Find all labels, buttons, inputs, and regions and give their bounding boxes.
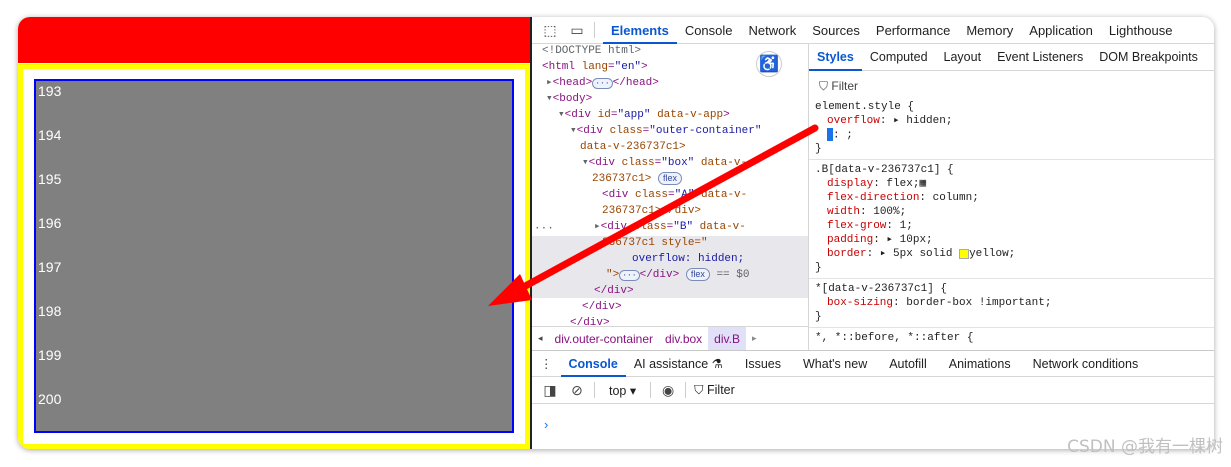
tab-memory[interactable]: Memory — [958, 17, 1021, 44]
divider — [594, 382, 595, 398]
dom-line[interactable]: "> ··· </div> flex == $0 — [606, 268, 749, 284]
scroll-right-icon[interactable]: ▸ — [746, 333, 763, 344]
drawer-menu-icon[interactable]: ⋮ — [532, 351, 561, 377]
collapse-arrow-icon: ▾ — [582, 157, 589, 169]
flex-badge: flex — [685, 268, 710, 281]
inspect-element-icon[interactable]: ⬚ — [541, 21, 559, 39]
filter-icon: ⛉ — [694, 382, 704, 397]
box-b[interactable]: 193 194 195 196 197 198 199 200 — [34, 79, 514, 433]
list-item: 200 — [38, 391, 62, 407]
tab-computed[interactable]: Computed — [862, 44, 936, 71]
tab-network[interactable]: Network — [741, 17, 805, 44]
list-item: 197 — [38, 259, 62, 275]
tab-dom-breakpoints[interactable]: DOM Breakpoints — [1091, 44, 1206, 71]
tab-layout[interactable]: Layout — [936, 44, 990, 71]
dom-line[interactable]: 236737c1></div> — [602, 204, 701, 220]
breadcrumb-item[interactable]: div.box — [659, 332, 708, 346]
tab-console[interactable]: Console — [677, 17, 741, 44]
console-toolbar: ◨ ⊘ top ▾ ◉ ⛉ Filter — [532, 377, 1214, 404]
breadcrumb-item-active[interactable]: div.B — [708, 326, 746, 351]
tab-issues[interactable]: Issues — [737, 351, 789, 377]
tab-console-drawer[interactable]: Console — [560, 351, 626, 377]
tab-network-conditions[interactable]: Network conditions — [1025, 351, 1147, 377]
tab-whats-new[interactable]: What's new — [795, 351, 875, 377]
styles-tabs: Styles Computed Layout Event Listeners D… — [809, 44, 1214, 71]
dom-line[interactable]: </div> — [594, 284, 634, 300]
expand-arrow-icon: ▸ — [594, 221, 601, 233]
style-rule-universal[interactable]: *[data-v-236737c1] { box-sizing: border-… — [809, 279, 1214, 329]
tab-ai-assistance[interactable]: AI assistance ⚗ — [626, 351, 731, 377]
collapse-arrow-icon: ▾ — [558, 109, 565, 121]
clear-console-icon[interactable]: ⊘ — [568, 381, 586, 399]
more-options-icon[interactable]: ··· — [534, 222, 554, 238]
dom-line[interactable]: ▾<div class="box" data-v- — [582, 156, 747, 172]
dom-line[interactable]: <html lang="en"> — [542, 60, 648, 76]
tab-application[interactable]: Application — [1021, 17, 1101, 44]
dom-line[interactable]: 236737c1 style=" — [602, 236, 708, 252]
tab-styles[interactable]: Styles — [809, 44, 862, 71]
dom-line[interactable]: ▾<div class="outer-container" — [570, 124, 761, 140]
tab-event-listeners[interactable]: Event Listeners — [989, 44, 1091, 71]
elements-tree[interactable]: <!DOCTYPE html> <html lang="en"> ▸<head>… — [532, 44, 808, 340]
rendered-page: 193 194 195 196 197 198 199 200 — [18, 17, 530, 449]
styles-pane: Styles Computed Layout Event Listeners D… — [809, 44, 1214, 350]
dom-line[interactable]: ▸<head> ··· </head> — [546, 76, 659, 92]
style-rule-reset[interactable]: *, *::before, *::after { — [809, 328, 1214, 348]
flex-badge: flex — [658, 172, 683, 185]
collapse-arrow-icon: ▾ — [546, 93, 553, 105]
styles-filter-input[interactable]: ⛉ Filter — [819, 75, 1214, 97]
sidebar-toggle-icon[interactable]: ◨ — [541, 381, 559, 399]
dom-line[interactable]: ▾<div id="app" data-v-app> — [558, 108, 730, 124]
color-swatch[interactable] — [959, 248, 970, 259]
list-item: 198 — [38, 303, 62, 319]
list-item: 196 — [38, 215, 62, 231]
console-prompt[interactable]: › — [544, 417, 548, 432]
red-header — [18, 17, 530, 63]
screenshot: 193 194 195 196 197 198 199 200 ⬚ ▭ Elem… — [18, 17, 1214, 449]
eye-icon[interactable]: ◉ — [659, 381, 677, 399]
watermark: CSDN @我有一棵树 — [1067, 437, 1223, 457]
list-item: 195 — [38, 171, 62, 187]
tab-autofill[interactable]: Autofill — [881, 351, 935, 377]
console-filter-input[interactable]: ⛉ Filter — [694, 383, 735, 398]
device-toolbar-icon[interactable]: ▭ — [568, 21, 586, 39]
dom-line[interactable]: overflow: hidden; — [632, 252, 744, 268]
devtools-panel: ⬚ ▭ Elements Console Network Sources Per… — [532, 17, 1214, 449]
dom-line[interactable]: ▾<body> — [546, 92, 592, 108]
dom-line[interactable]: data-v-236737c1> — [580, 140, 686, 156]
devtools-toolbar: ⬚ ▭ Elements Console Network Sources Per… — [532, 17, 1214, 44]
breadcrumb-item[interactable]: div.outer-container — [549, 332, 660, 346]
list-item: 194 — [38, 127, 62, 143]
filter-icon: ⛉ — [819, 78, 829, 93]
divider — [594, 22, 595, 38]
dom-line[interactable]: </div> — [582, 300, 622, 316]
expand-arrow-icon: ▸ — [546, 77, 553, 89]
divider — [685, 382, 687, 398]
divider — [650, 382, 652, 398]
breadcrumb: ◂ div.outer-container div.box div.B ▸ — [532, 326, 808, 351]
tab-performance[interactable]: Performance — [868, 17, 958, 44]
collapse-arrow-icon: ▾ — [570, 125, 577, 137]
tab-elements[interactable]: Elements — [603, 17, 677, 44]
dom-line-selected[interactable]: ▸<div class="B" data-v- — [594, 220, 746, 236]
ellipsis-icon: ··· — [619, 270, 640, 281]
style-rule-element[interactable]: element.style { overflow: ▸ hidden; : ; … — [809, 97, 1214, 161]
tab-sources[interactable]: Sources — [804, 17, 868, 44]
list-item: 193 — [38, 83, 62, 99]
dom-line[interactable]: <div class="A" data-v- — [602, 188, 747, 204]
context-selector[interactable]: top ▾ — [603, 383, 642, 398]
tab-animations[interactable]: Animations — [941, 351, 1019, 377]
dom-line[interactable]: 236737c1> flex — [592, 172, 683, 188]
style-rule-b[interactable]: .B[data-v-236737c1] { display: flex;▦ fl… — [809, 160, 1214, 280]
flask-icon: ⚗ — [711, 356, 723, 371]
accessibility-icon[interactable]: ♿ — [756, 51, 782, 77]
list-item: 199 — [38, 347, 62, 363]
dom-line[interactable]: <!DOCTYPE html> — [542, 44, 641, 60]
drawer-tabs: ⋮ Console AI assistance ⚗ Issues What's … — [532, 351, 1214, 377]
flexbox-editor-icon[interactable]: ▦ — [919, 178, 926, 190]
scroll-left-icon[interactable]: ◂ — [532, 333, 549, 344]
ellipsis-icon: ··· — [592, 78, 613, 89]
tab-lighthouse[interactable]: Lighthouse — [1101, 17, 1181, 44]
